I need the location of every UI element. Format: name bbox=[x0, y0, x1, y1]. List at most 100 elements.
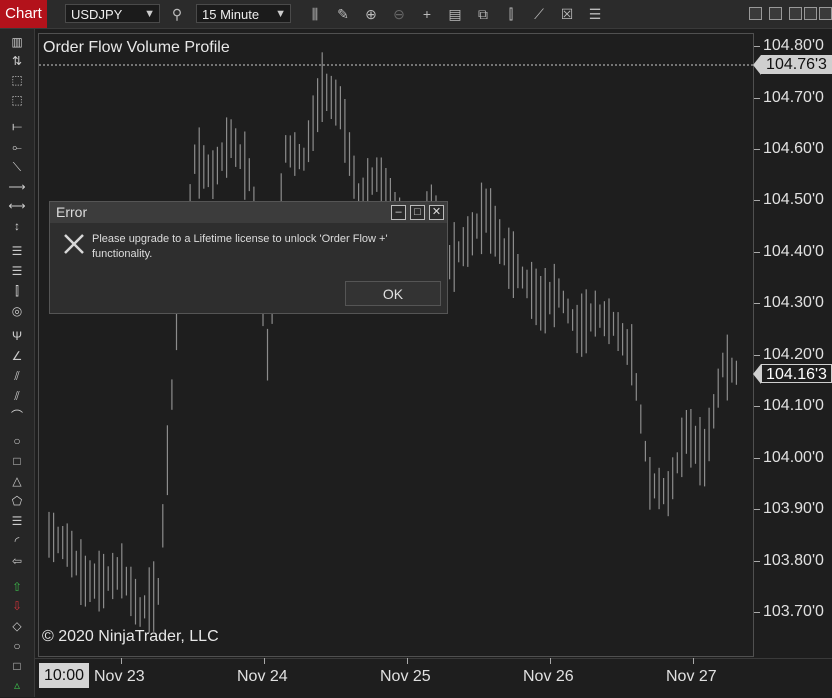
drawing-tools-panel: ▥ ⇅ ⬚ ⬚ ⟝ ⟜ ⟍ ⟶ ⟷ ↕ ☰ ☰ ⫿ ◎ Ψ ∠ ⫽ ⫽ ⌒ ○ … bbox=[0, 29, 35, 697]
diamond-icon[interactable]: ◇ bbox=[8, 618, 26, 634]
chart-panel-border bbox=[38, 33, 754, 657]
x-tick-mark bbox=[693, 658, 694, 664]
y-tick-mark bbox=[754, 612, 760, 613]
y-tick-label: 104.40'0 bbox=[763, 243, 824, 260]
chevron-down-icon: ▼ bbox=[144, 8, 155, 20]
dialog-minimize-button[interactable]: – bbox=[391, 205, 406, 220]
y-tick-mark bbox=[754, 149, 760, 150]
chevron-down-icon: ▼ bbox=[275, 8, 286, 20]
zoom-out-icon[interactable]: ⊖ bbox=[390, 5, 408, 23]
y-tick-label: 104.70'0 bbox=[763, 89, 824, 106]
x-tick-label: Nov 26 bbox=[523, 668, 574, 685]
ray-icon[interactable]: ⟜ bbox=[8, 139, 26, 155]
y-tick-label: 103.70'0 bbox=[763, 603, 824, 620]
x-tick-label: Nov 24 bbox=[237, 668, 288, 685]
zoom-in-icon[interactable]: ⊕ bbox=[362, 5, 380, 23]
triangle-icon[interactable]: △ bbox=[8, 473, 26, 489]
y-tick-mark bbox=[754, 46, 760, 47]
y-tick-label: 104.30'0 bbox=[763, 294, 824, 311]
path-icon[interactable]: ⇦ bbox=[8, 553, 26, 569]
strategies-icon[interactable]: ⟋ bbox=[530, 5, 548, 23]
dialog-title-bar[interactable]: Error bbox=[50, 202, 447, 223]
close-button[interactable] bbox=[819, 7, 832, 20]
time-cycles-icon[interactable]: ⌒ bbox=[8, 408, 26, 424]
fibonacci-extension-icon[interactable]: ☰ bbox=[8, 263, 26, 279]
risk-reward-icon[interactable]: ⇅ bbox=[8, 53, 26, 69]
toolbar: Chart USDJPY ▼ ⚲ 15 Minute ▼ ⫼ ✎ ⊕ ⊖ + ▤… bbox=[0, 0, 832, 29]
text-icon[interactable]: ☰ bbox=[8, 513, 26, 529]
indicators-icon[interactable]: ⫿ bbox=[502, 5, 520, 23]
dialog-title: Error bbox=[56, 204, 88, 220]
triangle-up-icon[interactable]: ▵ bbox=[8, 677, 26, 693]
square-icon[interactable]: □ bbox=[8, 658, 26, 674]
line-icon[interactable]: ⟝ bbox=[8, 118, 26, 134]
region-icon[interactable]: ⬚ bbox=[8, 72, 26, 88]
vertical-line-icon[interactable]: ↕ bbox=[8, 218, 26, 234]
diagonal-line-icon[interactable]: ⟍ bbox=[8, 159, 26, 175]
x-tick-mark bbox=[264, 658, 265, 664]
horizontal-line-icon[interactable]: ⟷ bbox=[8, 198, 26, 214]
x-tick-label: Nov 25 bbox=[380, 668, 431, 685]
fibonacci-retracement-icon[interactable]: ☰ bbox=[8, 243, 26, 259]
x-tick-label: Nov 27 bbox=[666, 668, 717, 685]
y-tick-mark bbox=[754, 303, 760, 304]
high-price-tag-arrow bbox=[753, 55, 761, 75]
x-tick-mark bbox=[407, 658, 408, 664]
y-tick-label: 103.90'0 bbox=[763, 500, 824, 517]
error-x-icon bbox=[64, 234, 84, 254]
y-tick-mark bbox=[754, 355, 760, 356]
ok-button[interactable]: OK bbox=[345, 281, 441, 306]
regression-channel-icon[interactable]: ⫽ bbox=[8, 368, 26, 384]
chart-trader-icon[interactable]: ☒ bbox=[558, 5, 576, 23]
polygon-icon[interactable]: ⬠ bbox=[8, 493, 26, 509]
properties-icon[interactable]: ▤ bbox=[446, 5, 464, 23]
fibonacci-time-icon[interactable]: ⫿ bbox=[8, 283, 26, 299]
y-tick-mark bbox=[754, 200, 760, 201]
chart-tab[interactable]: Chart bbox=[0, 0, 47, 28]
x-tick-mark bbox=[121, 658, 122, 664]
dialog-maximize-button[interactable]: □ bbox=[410, 205, 425, 220]
x-tick-label: Nov 23 bbox=[94, 668, 145, 685]
high-price-tag: 104.76'3 bbox=[761, 55, 832, 74]
maximize-button[interactable] bbox=[804, 7, 817, 20]
search-icon[interactable]: ⚲ bbox=[168, 5, 186, 23]
y-tick-label: 104.00'0 bbox=[763, 449, 824, 466]
rectangle-icon[interactable]: □ bbox=[8, 453, 26, 469]
region-highlight-icon[interactable]: ⬚ bbox=[8, 92, 26, 108]
y-tick-mark bbox=[754, 509, 760, 510]
error-dialog: Error – □ ✕ Please upgrade to a Lifetime… bbox=[49, 201, 448, 314]
y-tick-mark bbox=[754, 98, 760, 99]
y-tick-mark bbox=[754, 252, 760, 253]
window-tile-button[interactable] bbox=[749, 7, 762, 20]
y-tick-mark bbox=[754, 406, 760, 407]
arc-icon[interactable]: ◜ bbox=[8, 533, 26, 549]
instrument-select[interactable]: USDJPY ▼ bbox=[65, 4, 160, 23]
y-tick-label: 104.60'0 bbox=[763, 140, 824, 157]
y-tick-label: 104.50'0 bbox=[763, 191, 824, 208]
crosshair-icon[interactable]: + bbox=[418, 5, 436, 23]
gann-fan-icon[interactable]: ∠ bbox=[8, 348, 26, 364]
fibonacci-circle-icon[interactable]: ◎ bbox=[8, 303, 26, 319]
dialog-close-button[interactable]: ✕ bbox=[429, 205, 444, 220]
andrews-pitchfork-icon[interactable]: Ψ bbox=[8, 328, 26, 344]
arrow-line-icon[interactable]: ⟶ bbox=[8, 179, 26, 195]
arrow-up-icon[interactable]: ⇧ bbox=[8, 579, 26, 595]
dot-icon[interactable]: ○ bbox=[8, 638, 26, 654]
data-box-icon[interactable]: ☰ bbox=[586, 5, 604, 23]
pencil-icon[interactable]: ✎ bbox=[334, 5, 352, 23]
window-dock-button[interactable] bbox=[769, 7, 782, 20]
instrument-value: USDJPY bbox=[71, 7, 123, 22]
interval-value: 15 Minute bbox=[202, 7, 260, 22]
ellipse-icon[interactable]: ○ bbox=[8, 433, 26, 449]
error-message: Please upgrade to a Lifetime license to … bbox=[92, 233, 388, 260]
ruler-icon[interactable]: ▥ bbox=[8, 34, 26, 50]
arrow-down-icon[interactable]: ⇩ bbox=[8, 598, 26, 614]
x-tick-mark bbox=[550, 658, 551, 664]
bar-type-icon[interactable]: ⫼ bbox=[306, 5, 324, 23]
chart-title: Order Flow Volume Profile bbox=[43, 39, 230, 56]
minimize-button[interactable] bbox=[789, 7, 802, 20]
trend-channel-icon[interactable]: ⫽ bbox=[8, 388, 26, 404]
templates-icon[interactable]: ⧉ bbox=[474, 5, 492, 23]
crosshair-time-label: 10:00 bbox=[39, 663, 89, 688]
interval-select[interactable]: 15 Minute ▼ bbox=[196, 4, 291, 23]
